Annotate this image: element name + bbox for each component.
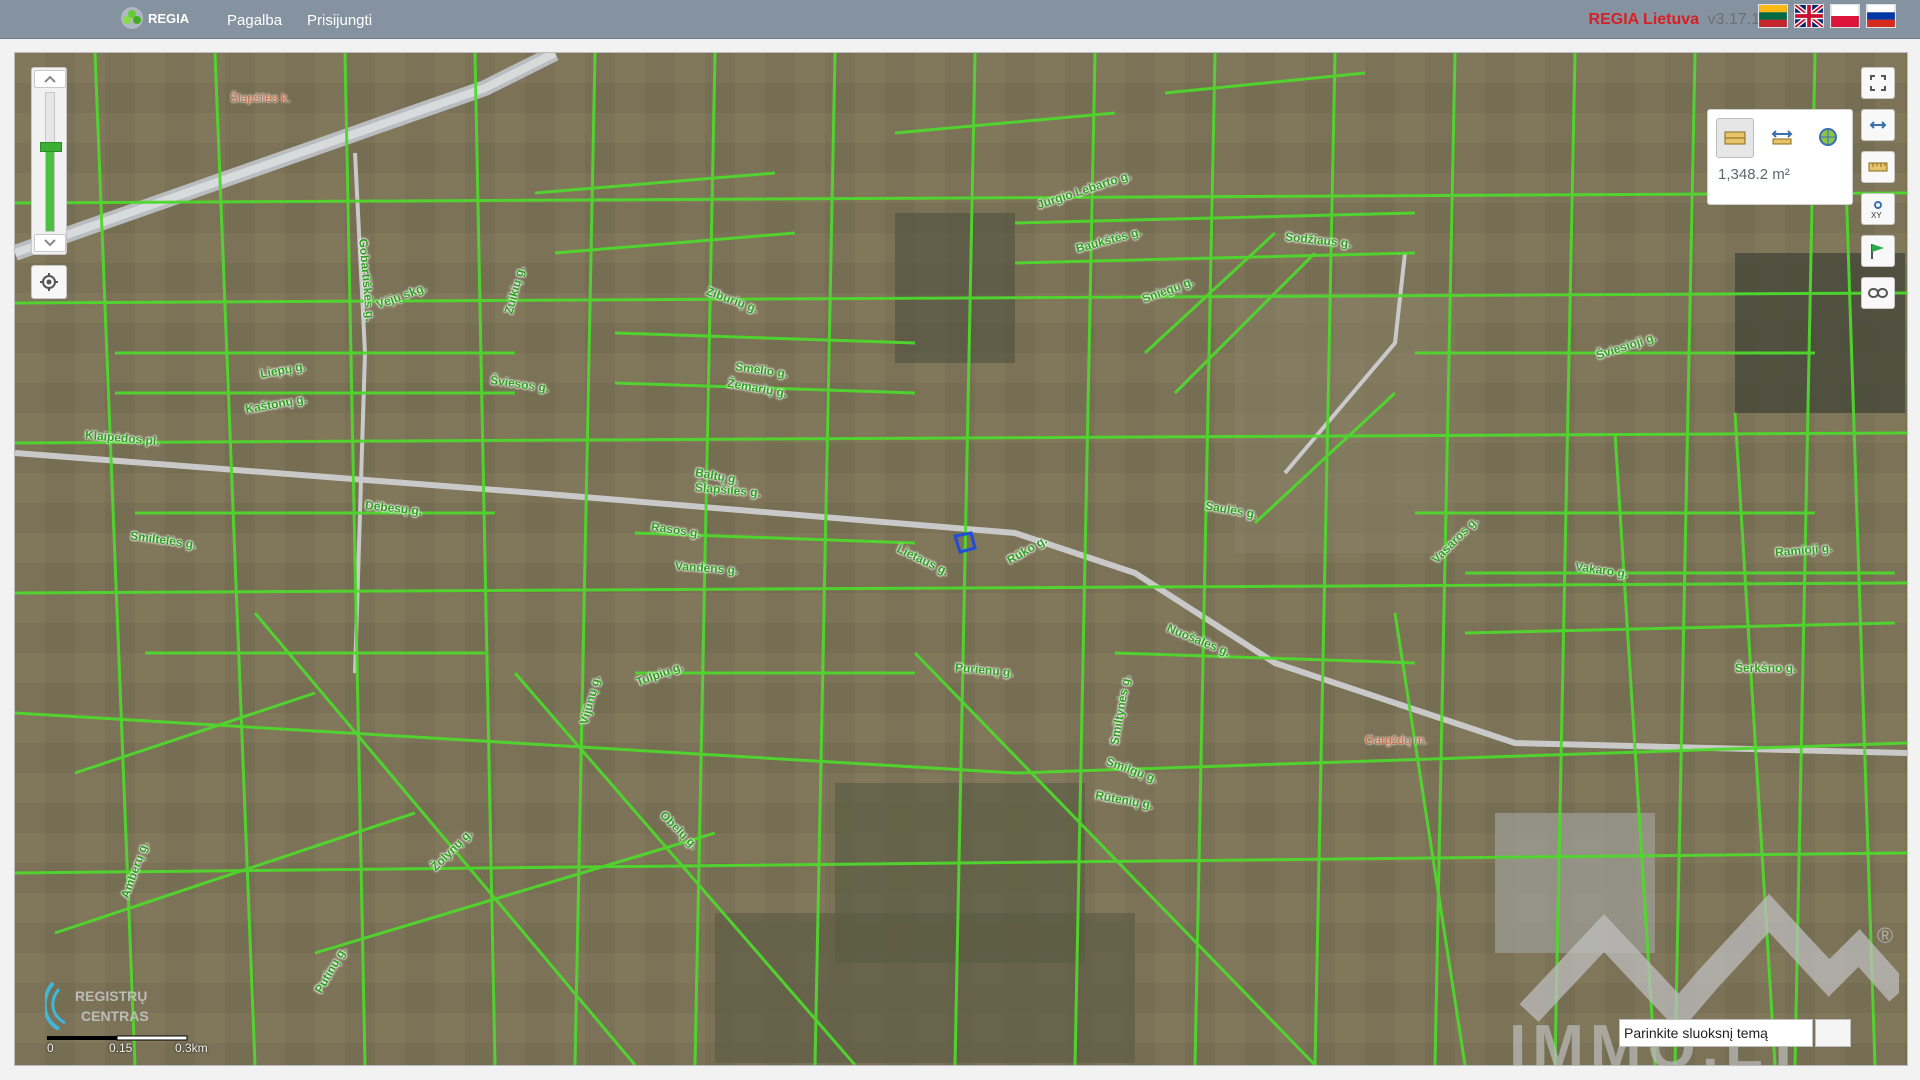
map-imagery [15,53,1907,1065]
app-title: REGIA Lietuva v3.17.1 [1589,11,1760,29]
regia-logo-icon [121,7,143,29]
scale-label: 0 [47,1041,54,1055]
measure-distance-button[interactable] [1764,118,1800,156]
map-canvas[interactable]: Klaipėdos pl. Šlapšilės g. Smiltelės g. … [14,52,1908,1066]
zoom-out-button[interactable] [34,234,66,252]
registru-centras-logo: REGISTRŲ CENTRAS [45,981,149,1031]
regia-logo[interactable]: REGIA [120,6,189,30]
measure-area-button[interactable] [1716,118,1754,158]
layer-theme-dropdown-button[interactable] [1815,1019,1851,1047]
place-label: Gargždų m. [1365,733,1428,747]
brand-text: REGIA [148,10,190,26]
scale-label: 0.3km [175,1041,208,1055]
measure-result: 1,348.2 m² [1718,166,1790,183]
chevron-up-icon [44,75,56,83]
ru-flag-icon[interactable] [1866,4,1896,28]
map-tools: XY [1861,67,1895,309]
zoom-control [31,67,67,255]
chevron-down-icon [44,239,56,247]
svg-text:CENTRAS: CENTRAS [81,1008,149,1024]
app-name: REGIA Lietuva [1588,11,1700,28]
measure-panel: 1,348.2 m² [1707,109,1853,205]
link-button[interactable] [1861,277,1895,309]
svg-text:XY: XY [1871,211,1882,219]
scale-bar: 0 0.15 0.3km [47,1031,227,1057]
locate-icon [40,273,58,291]
street-label: Šerkšno g. [1735,661,1797,675]
fullscreen-button[interactable] [1861,67,1895,99]
locate-me-button[interactable] [31,265,67,299]
zoom-slider[interactable] [40,92,62,232]
nav-help-link[interactable]: Pagalba [227,12,282,29]
measure-coordinates-button[interactable] [1810,118,1846,156]
place-label: Šlapšilės k. [230,91,291,105]
lt-flag-icon[interactable] [1758,4,1788,28]
ruler-icon [1868,162,1888,172]
measure-area-icon [1724,131,1746,145]
xy-icon: XY [1871,201,1882,219]
nav-login-link[interactable]: Prisijungti [307,12,372,29]
flag-button[interactable] [1861,235,1895,267]
en-flag-icon[interactable] [1794,4,1824,28]
fullscreen-icon [1870,75,1886,91]
layer-theme-input[interactable] [1619,1019,1813,1047]
xy-button[interactable]: XY [1861,193,1895,225]
ruler-button[interactable] [1861,151,1895,183]
measure-distance-icon [1771,130,1793,145]
svg-text:REGISTRŲ: REGISTRŲ [75,988,147,1004]
app-version: v3.17.1 [1707,11,1760,28]
language-switcher [1758,4,1896,28]
extent-icon [1869,121,1887,129]
pl-flag-icon[interactable] [1830,4,1860,28]
link-icon [1868,288,1888,298]
scale-label: 0.15 [109,1041,133,1055]
zoom-in-button[interactable] [34,70,66,88]
top-bar: REGIA Pagalba Prisijungti REGIA Lietuva … [0,0,1920,39]
measure-coordinates-icon [1819,128,1837,146]
zoom-slider-thumb[interactable] [40,142,62,153]
flag-icon [1871,244,1884,259]
zoom-level-fill [46,148,54,231]
extent-button[interactable] [1861,109,1895,141]
